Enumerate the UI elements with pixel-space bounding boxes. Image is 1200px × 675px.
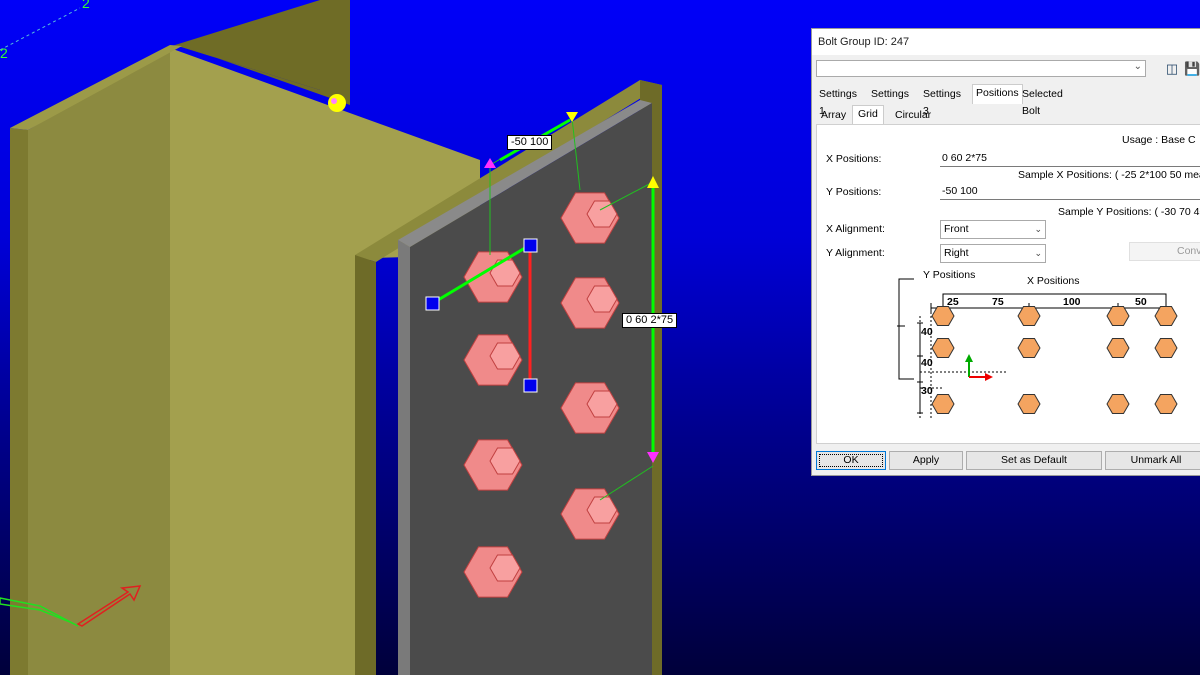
column-flange-left [28, 48, 170, 675]
y-positions-label: Y Positions: [826, 186, 882, 198]
x-positions-input[interactable]: 0 60 2*75 [940, 149, 1200, 167]
tab-settings-3[interactable]: Settings 3 [920, 86, 964, 117]
x-positions-tag[interactable]: 0 60 2*75 [622, 313, 678, 328]
tab-selected-bolt-data[interactable]: Selected Bolt Data [1019, 86, 1066, 134]
save-icon[interactable]: 💾 [1184, 61, 1200, 77]
subtab-array[interactable]: Array [816, 107, 851, 124]
y-alignment-select[interactable]: Right ⌄ [940, 244, 1046, 263]
tab-positions[interactable]: Positions [972, 84, 1023, 104]
y-dim-bracket [898, 278, 914, 380]
column-flange-right [355, 255, 376, 675]
chevron-down-icon: ⌄ [1034, 224, 1042, 234]
x-dim-label: 75 [992, 296, 1004, 308]
diagram-bolt [931, 306, 955, 326]
bolt-group-dialog: Bolt Group ID: 247 ⌄ ◫ 💾 Settings 1 Sett… [811, 28, 1200, 476]
diagram-x-title: X Positions [1027, 275, 1080, 287]
diagram-bolt [1017, 338, 1041, 358]
x-alignment-label: X Alignment: [826, 223, 885, 235]
tab-settings-1[interactable]: Settings 1 [816, 86, 860, 117]
grid-diagram: Y Positions X Positions 25 75 100 50 40 … [897, 269, 1178, 418]
x-alignment-value: Front [944, 223, 969, 235]
chevron-down-icon: ⌄ [1034, 248, 1042, 258]
diagram-bolt [1017, 394, 1041, 414]
bolt-handle-end [523, 378, 538, 393]
diagram-bolt [1017, 306, 1041, 326]
x-positions-label: X Positions: [826, 153, 882, 165]
y-dim-label: 40 [921, 326, 933, 338]
grid-label: 2 [82, 0, 90, 11]
diagram-bolt [1154, 338, 1178, 358]
usage-text: Usage : Base C [1122, 134, 1196, 146]
diagram-bolt [1106, 394, 1130, 414]
unmark-all-button[interactable]: Unmark All [1105, 451, 1200, 470]
diagram-bolt [931, 338, 955, 358]
y-sample-text: Sample Y Positions: ( -30 70 40 mea [1058, 206, 1200, 218]
diagram-bolt [1106, 338, 1130, 358]
diagram-bolt [1106, 306, 1130, 326]
tab-settings-2[interactable]: Settings 2 [868, 86, 912, 117]
y-alignment-value: Right [944, 247, 969, 259]
grid-line [0, 7, 81, 51]
y-dim-label: 40 [921, 357, 933, 369]
subtab-circular[interactable]: Circular [890, 107, 936, 124]
column-flange-left-edge [10, 128, 28, 675]
x-alignment-select[interactable]: Front ⌄ [940, 220, 1046, 239]
apply-button[interactable]: Apply [889, 451, 963, 470]
ok-button[interactable]: OK [816, 451, 886, 470]
saved-attributes-combo[interactable]: ⌄ [816, 60, 1146, 77]
dialog-title: Bolt Group ID: 247 [812, 29, 1200, 55]
grid-label: 2 [0, 45, 8, 61]
chevron-down-icon: ⌄ [1133, 61, 1142, 72]
bolt-handle-start [523, 238, 538, 253]
convert-button[interactable]: Conv [1129, 242, 1200, 261]
origin-axes-icon [965, 354, 993, 381]
subtab-grid[interactable]: Grid [852, 105, 884, 125]
x-dim-label: 100 [1063, 296, 1081, 308]
diagram-bolt [1154, 394, 1178, 414]
load-attributes-icon[interactable]: ◫ [1164, 61, 1180, 77]
plate-side [398, 240, 410, 675]
y-positions-tag[interactable]: -50 100 [507, 135, 553, 150]
set-as-default-button[interactable]: Set as Default [966, 451, 1102, 470]
y-dim-label: 30 [921, 385, 933, 397]
dialog-buttons: OK Apply Set as Default Unmark All [816, 451, 1200, 471]
x-dim-label: 50 [1135, 296, 1147, 308]
grid-panel: Usage : Base C X Positions: 0 60 2*75 Sa… [816, 124, 1200, 444]
y-positions-input[interactable]: -50 100 [940, 182, 1200, 200]
diagram-bolt [1154, 306, 1178, 326]
x-sample-text: Sample X Positions: ( -25 2*100 50 means… [1018, 169, 1200, 181]
diagram-y-title: Y Positions [923, 269, 975, 281]
y-alignment-label: Y Alignment: [826, 247, 885, 259]
bolt-handle-origin [425, 296, 440, 311]
attribute-toolbar: ⌄ ◫ 💾 [816, 60, 1200, 80]
x-dim-bracket [942, 293, 1167, 305]
diagram-bolt [931, 394, 955, 414]
rotation-handle [328, 94, 346, 112]
